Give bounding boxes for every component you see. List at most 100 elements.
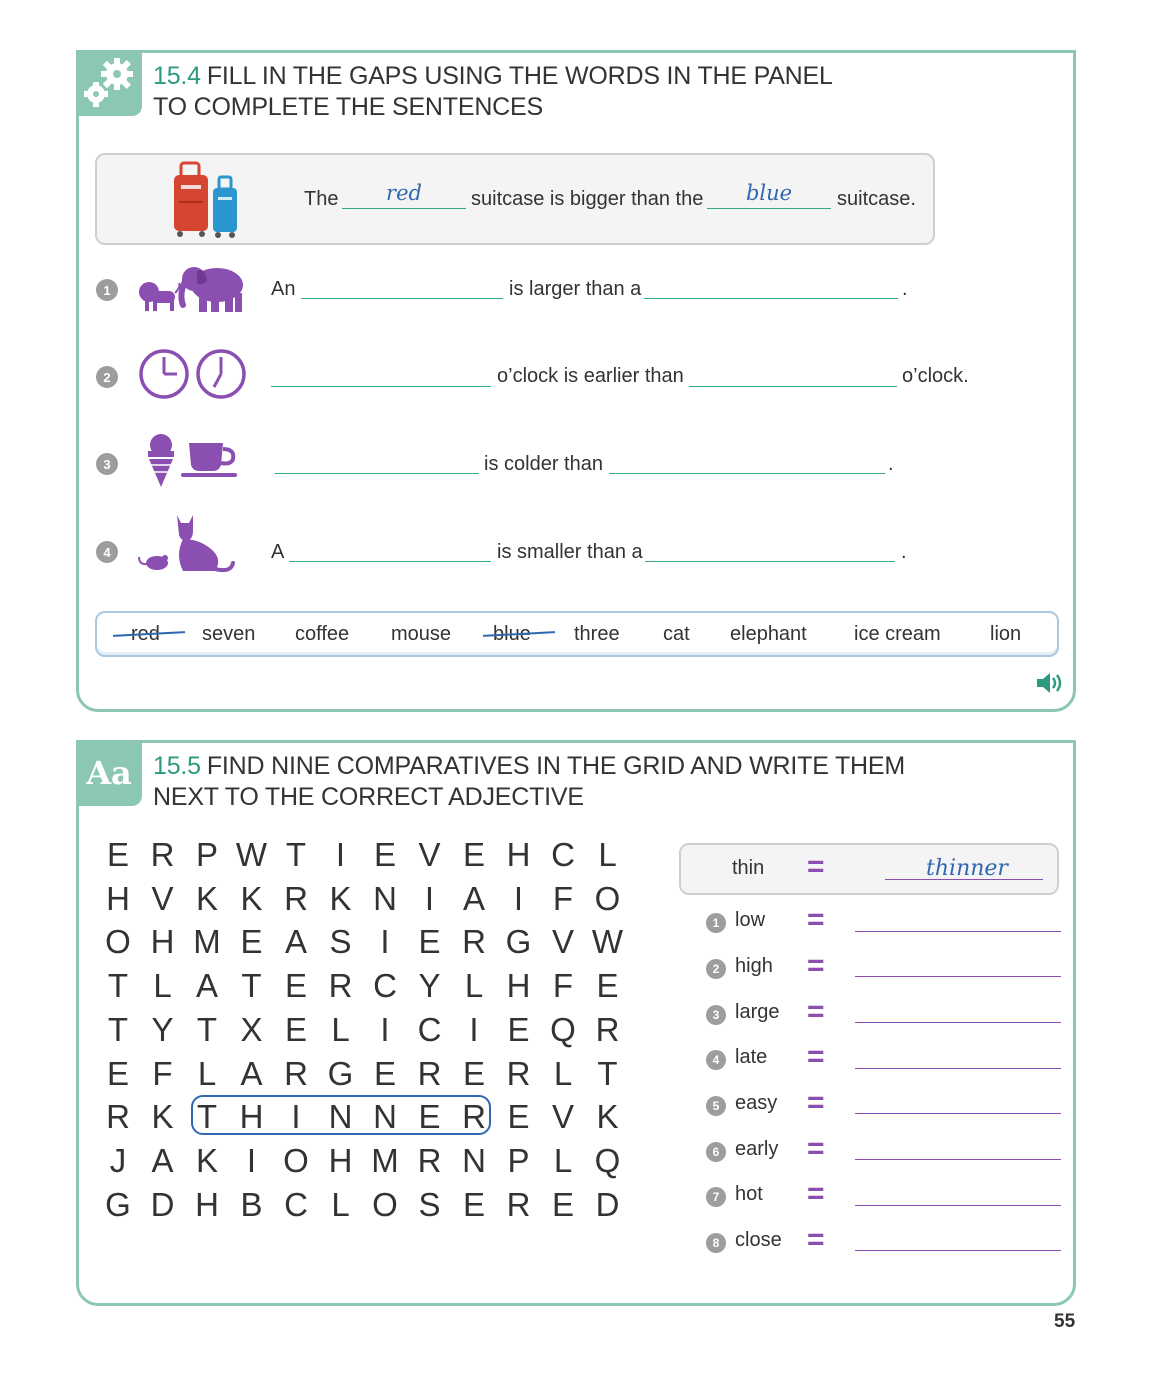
grid-letter[interactable]: E <box>588 966 628 1006</box>
grid-letter[interactable]: T <box>588 1054 628 1094</box>
grid-letter[interactable]: T <box>276 835 316 875</box>
grid-letter[interactable]: K <box>187 1141 227 1181</box>
grid-letter[interactable]: W <box>232 835 272 875</box>
grid-letter[interactable]: A <box>454 879 494 919</box>
grid-letter[interactable]: R <box>98 1097 138 1137</box>
grid-letter[interactable]: R <box>276 879 316 919</box>
answer-line-2[interactable] <box>855 976 1061 977</box>
grid-letter[interactable]: T <box>187 1010 227 1050</box>
answer-line-6[interactable] <box>855 1159 1061 1160</box>
grid-letter[interactable]: E <box>454 1185 494 1225</box>
grid-letter[interactable]: L <box>543 1141 583 1181</box>
answer-line-5[interactable] <box>855 1113 1061 1114</box>
grid-letter[interactable]: A <box>187 966 227 1006</box>
grid-letter[interactable]: K <box>232 879 272 919</box>
grid-letter[interactable]: I <box>321 835 361 875</box>
grid-letter[interactable]: F <box>143 1054 183 1094</box>
item-1-gap-1[interactable] <box>301 298 503 299</box>
item-3-gap-1[interactable] <box>275 473 479 474</box>
grid-letter[interactable]: E <box>98 835 138 875</box>
grid-letter[interactable]: M <box>187 922 227 962</box>
grid-letter[interactable]: O <box>276 1141 316 1181</box>
grid-letter[interactable]: E <box>276 1010 316 1050</box>
grid-letter[interactable]: O <box>588 879 628 919</box>
grid-letter[interactable]: C <box>365 966 405 1006</box>
grid-letter[interactable]: N <box>365 879 405 919</box>
grid-letter[interactable]: R <box>410 1054 450 1094</box>
grid-letter[interactable]: G <box>321 1054 361 1094</box>
grid-letter[interactable]: A <box>276 922 316 962</box>
grid-letter[interactable]: W <box>588 922 628 962</box>
grid-letter[interactable]: R <box>454 922 494 962</box>
grid-letter[interactable]: K <box>321 879 361 919</box>
grid-letter[interactable]: E <box>543 1185 583 1225</box>
grid-letter[interactable]: D <box>588 1185 628 1225</box>
grid-letter[interactable]: K <box>588 1097 628 1137</box>
grid-letter[interactable]: Q <box>543 1010 583 1050</box>
grid-letter[interactable]: S <box>410 1185 450 1225</box>
grid-letter[interactable]: F <box>543 966 583 1006</box>
grid-letter[interactable]: R <box>276 1054 316 1094</box>
grid-letter[interactable]: J <box>98 1141 138 1181</box>
grid-letter[interactable]: L <box>321 1185 361 1225</box>
grid-letter[interactable]: L <box>454 966 494 1006</box>
item-2-gap-1[interactable] <box>271 386 491 387</box>
grid-letter[interactable]: H <box>187 1185 227 1225</box>
grid-letter[interactable]: S <box>321 922 361 962</box>
grid-letter[interactable]: E <box>365 835 405 875</box>
grid-letter[interactable]: H <box>321 1141 361 1181</box>
audio-speaker-icon[interactable] <box>1035 669 1065 697</box>
grid-letter[interactable]: D <box>143 1185 183 1225</box>
grid-letter[interactable]: H <box>499 835 539 875</box>
grid-letter[interactable]: H <box>499 966 539 1006</box>
grid-letter[interactable]: P <box>187 835 227 875</box>
grid-letter[interactable]: I <box>454 1010 494 1050</box>
grid-letter[interactable]: H <box>143 922 183 962</box>
grid-letter[interactable]: L <box>143 966 183 1006</box>
grid-letter[interactable]: Y <box>410 966 450 1006</box>
grid-letter[interactable]: G <box>499 922 539 962</box>
grid-letter[interactable]: P <box>499 1141 539 1181</box>
grid-letter[interactable]: A <box>232 1054 272 1094</box>
answer-line-8[interactable] <box>855 1250 1061 1251</box>
answer-line-4[interactable] <box>855 1068 1061 1069</box>
grid-letter[interactable]: K <box>187 879 227 919</box>
grid-letter[interactable]: L <box>321 1010 361 1050</box>
grid-letter[interactable]: E <box>499 1010 539 1050</box>
grid-letter[interactable]: V <box>543 1097 583 1137</box>
grid-letter[interactable]: I <box>365 922 405 962</box>
grid-letter[interactable]: E <box>454 1054 494 1094</box>
grid-letter[interactable]: H <box>98 879 138 919</box>
grid-letter[interactable]: C <box>410 1010 450 1050</box>
grid-letter[interactable]: T <box>232 966 272 1006</box>
grid-letter[interactable]: A <box>143 1141 183 1181</box>
grid-letter[interactable]: X <box>232 1010 272 1050</box>
item-3-gap-2[interactable] <box>609 473 885 474</box>
answer-line-1[interactable] <box>855 931 1061 932</box>
grid-letter[interactable]: F <box>543 879 583 919</box>
example-gap-1[interactable] <box>342 208 466 209</box>
grid-letter[interactable]: V <box>143 879 183 919</box>
grid-letter[interactable]: E <box>365 1054 405 1094</box>
grid-letter[interactable]: R <box>410 1141 450 1181</box>
grid-letter[interactable]: L <box>187 1054 227 1094</box>
grid-letter[interactable]: R <box>143 835 183 875</box>
item-1-gap-2[interactable] <box>644 298 898 299</box>
grid-letter[interactable]: E <box>276 966 316 1006</box>
grid-letter[interactable]: L <box>543 1054 583 1094</box>
grid-letter[interactable]: E <box>98 1054 138 1094</box>
grid-letter[interactable]: E <box>232 922 272 962</box>
grid-letter[interactable]: Y <box>143 1010 183 1050</box>
grid-letter[interactable]: T <box>98 1010 138 1050</box>
grid-letter[interactable]: R <box>499 1054 539 1094</box>
grid-letter[interactable]: Q <box>588 1141 628 1181</box>
grid-letter[interactable]: V <box>543 922 583 962</box>
grid-letter[interactable]: I <box>232 1141 272 1181</box>
grid-letter[interactable]: I <box>365 1010 405 1050</box>
grid-letter[interactable]: I <box>410 879 450 919</box>
grid-letter[interactable]: R <box>321 966 361 1006</box>
grid-letter[interactable]: C <box>276 1185 316 1225</box>
grid-letter[interactable]: K <box>143 1097 183 1137</box>
grid-letter[interactable]: E <box>499 1097 539 1137</box>
item-2-gap-2[interactable] <box>689 386 897 387</box>
